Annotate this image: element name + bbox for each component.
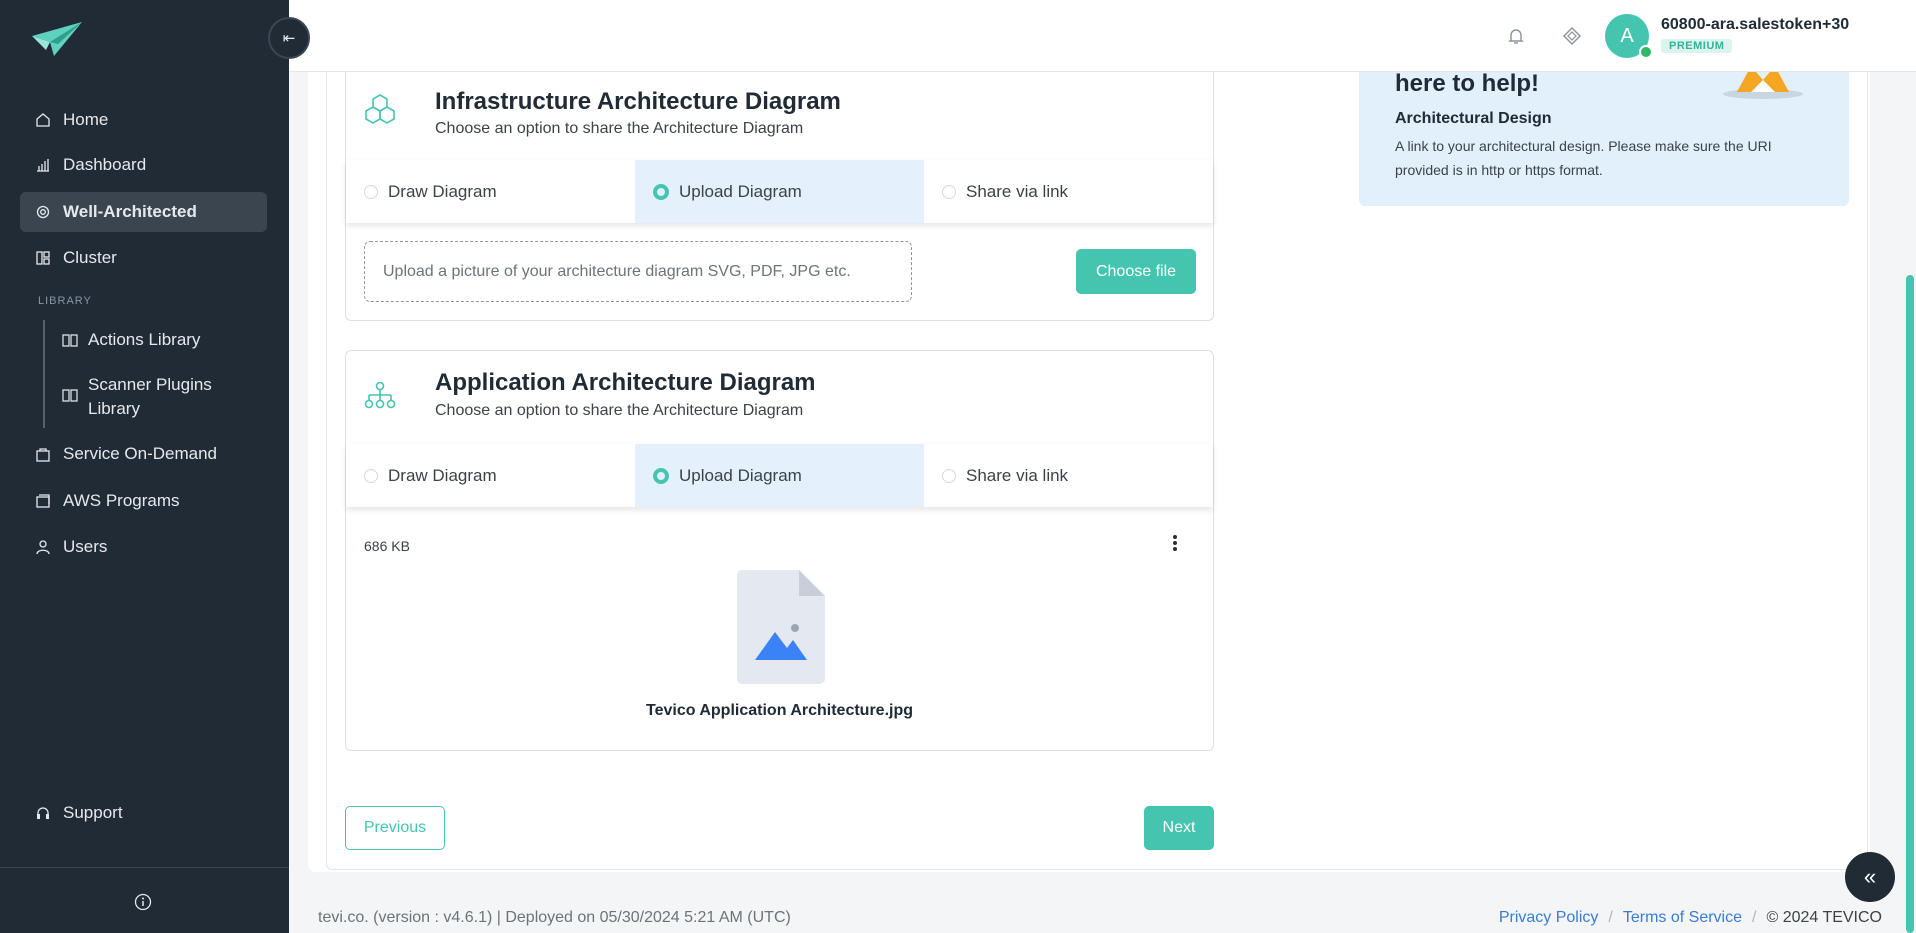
option-label: Draw Diagram (388, 465, 497, 485)
help-panel: here to help! Architectural Design A lin… (1359, 60, 1849, 206)
sidebar-item-label: Home (63, 110, 109, 129)
sidebar-item-label: Scanner Plugins Library (88, 375, 212, 418)
help-title: here to help! (1395, 70, 1540, 97)
radio-button[interactable] (942, 184, 956, 199)
top-header: A 60800-ara.salestoken+30 PREMIUM (289, 0, 1916, 72)
file-size: 686 KB (364, 538, 410, 554)
file-name: Tevico Application Architecture.jpg (646, 702, 913, 719)
chart-icon (37, 159, 49, 172)
bell-icon[interactable] (1506, 26, 1526, 46)
infrastructure-option-upload[interactable]: Upload Diagram (635, 160, 924, 223)
image-file-icon (737, 570, 825, 684)
home-icon (36, 113, 50, 127)
library-section-label: LIBRARY (38, 295, 92, 307)
sidebar-item-aws-programs[interactable]: AWS Programs (20, 481, 267, 521)
option-label: Share via link (966, 181, 1069, 201)
sidebar-divider (0, 867, 289, 868)
sidebar-item-label: Dashboard (63, 155, 147, 174)
application-option-tabs: Draw Diagram Upload Diagram Share via li… (346, 444, 1213, 507)
copyright: © 2024 TEVICO (1766, 909, 1882, 926)
sidebar-item-scanner-plugins-library[interactable]: Scanner Plugins Library (62, 373, 232, 421)
infrastructure-title: Infrastructure Architecture Diagram (435, 88, 841, 115)
book-icon (62, 334, 78, 347)
user-name[interactable]: 60800-ara.salestoken+30 (1661, 16, 1849, 34)
radio-button[interactable] (364, 184, 378, 199)
previous-button[interactable]: Previous (345, 806, 445, 850)
online-status-dot (1639, 45, 1653, 59)
privacy-policy-link[interactable]: Privacy Policy (1499, 909, 1599, 927)
sidebar: Home Dashboard Well-Architected Cluster … (0, 0, 289, 933)
collapse-icon: ⇤ (282, 30, 296, 47)
gear-icon (36, 205, 50, 219)
next-button[interactable]: Next (1144, 806, 1214, 850)
hierarchy-icon (364, 381, 396, 409)
grid-icon (36, 251, 50, 265)
sidebar-item-home[interactable]: Home (20, 100, 267, 140)
sidebar-item-label: AWS Programs (63, 491, 180, 510)
footer-version: tevi.co. (version : v4.6.1) | Deployed o… (318, 909, 791, 926)
more-options-icon[interactable] (1168, 533, 1182, 553)
sidebar-item-label: Users (63, 537, 108, 556)
option-label: Upload Diagram (679, 465, 802, 485)
double-chevron-left-icon: « (1863, 864, 1877, 889)
sidebar-item-cluster[interactable]: Cluster (20, 238, 267, 278)
application-subtitle: Choose an option to share the Architectu… (435, 402, 804, 419)
cards-icon (36, 494, 50, 508)
sidebar-item-label: Support (63, 803, 123, 822)
option-label: Share via link (966, 465, 1069, 485)
terms-of-service-link[interactable]: Terms of Service (1623, 909, 1742, 927)
sidebar-item-label: Cluster (63, 248, 117, 267)
sidebar-item-dashboard[interactable]: Dashboard (20, 145, 267, 185)
application-diagram-card: Application Architecture Diagram Choose … (345, 350, 1214, 751)
upload-dropzone[interactable]: Upload a picture of your architecture di… (364, 241, 912, 302)
footer-links: Privacy Policy / Terms of Service / © 20… (1499, 909, 1882, 927)
infrastructure-diagram-card: Infrastructure Architecture Diagram Choo… (345, 60, 1214, 321)
radio-button[interactable] (942, 468, 956, 483)
expand-panel-button[interactable]: « (1845, 852, 1895, 902)
sidebar-item-label: Well-Architected (63, 202, 197, 221)
application-option-upload[interactable]: Upload Diagram (635, 444, 924, 507)
user-icon (36, 540, 50, 555)
sidebar-item-support[interactable]: Support (20, 793, 267, 833)
infrastructure-option-draw[interactable]: Draw Diagram (346, 160, 635, 223)
infrastructure-option-tabs: Draw Diagram Upload Diagram Share via li… (346, 160, 1213, 223)
bag-icon (36, 448, 50, 462)
option-label: Draw Diagram (388, 181, 497, 201)
cubes-icon (365, 94, 395, 124)
radio-button-selected[interactable] (653, 183, 669, 200)
sidebar-item-well-architected[interactable]: Well-Architected (20, 192, 267, 232)
info-icon[interactable] (134, 893, 152, 911)
book-icon (62, 389, 78, 402)
help-text: A link to your architectural design. Ple… (1395, 138, 1772, 178)
radio-button[interactable] (364, 468, 378, 483)
headset-icon (37, 807, 49, 819)
sidebar-item-actions-library[interactable]: Actions Library (62, 328, 262, 352)
infrastructure-subtitle: Choose an option to share the Architectu… (435, 120, 804, 137)
radio-button-selected[interactable] (653, 467, 669, 484)
footer-separator: / (1752, 909, 1757, 926)
sidebar-item-service-on-demand[interactable]: Service On-Demand (20, 434, 267, 474)
infrastructure-option-share-link[interactable]: Share via link (924, 160, 1213, 223)
collapse-sidebar-button[interactable]: ⇤ (268, 17, 310, 59)
sidebar-item-label: Service On-Demand (63, 444, 218, 463)
application-option-share-link[interactable]: Share via link (924, 444, 1213, 507)
scrollbar[interactable] (1906, 275, 1914, 933)
logo-icon[interactable] (28, 20, 84, 58)
help-subtitle: Architectural Design (1395, 110, 1552, 127)
sidebar-item-label: Actions Library (88, 330, 201, 349)
footer-separator: / (1608, 909, 1613, 926)
application-title: Application Architecture Diagram (435, 369, 816, 396)
diamond-icon[interactable] (1562, 26, 1582, 46)
application-option-draw[interactable]: Draw Diagram (346, 444, 635, 507)
library-divider (43, 320, 45, 428)
option-label: Upload Diagram (679, 181, 802, 201)
sidebar-item-users[interactable]: Users (20, 527, 267, 567)
choose-file-button[interactable]: Choose file (1076, 249, 1196, 294)
plan-badge: PREMIUM (1661, 39, 1733, 53)
